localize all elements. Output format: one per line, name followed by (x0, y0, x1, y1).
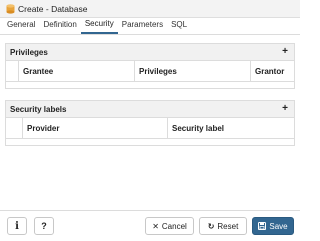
privileges-column-header: Privileges (134, 61, 250, 81)
plus-icon: + (282, 46, 288, 57)
tab-parameters[interactable]: Parameters (118, 17, 167, 34)
privileges-grid-header: Grantee Privileges Grantor (6, 61, 294, 81)
tab-security[interactable]: Security (80, 17, 118, 34)
tab-definition[interactable]: Definition (39, 17, 80, 34)
help-button[interactable]: ? (34, 217, 54, 235)
provider-column-header: Provider (22, 118, 167, 138)
privileges-panel: Privileges + Grantee Privileges Grantor (5, 43, 295, 89)
tab-sql[interactable]: SQL (167, 17, 191, 34)
security-label-column-header: Security label (167, 118, 294, 138)
security-labels-grid-body (6, 138, 294, 145)
privileges-header: Privileges + (6, 44, 294, 61)
tab-general[interactable]: General (3, 17, 39, 34)
dialog-title: Create - Database (18, 3, 88, 14)
security-labels-header: Security labels + (6, 101, 294, 118)
add-security-label-button[interactable]: + (280, 104, 290, 114)
reset-label: Reset (217, 221, 239, 231)
help-label: ? (41, 221, 47, 231)
plus-icon: + (282, 103, 288, 114)
info-icon: i (15, 220, 19, 232)
tab-bar: General Definition Security Parameters S… (0, 18, 300, 35)
privileges-title: Privileges (10, 47, 48, 57)
cancel-button[interactable]: ✕ Cancel (145, 217, 194, 235)
reset-icon: ↻ (207, 221, 215, 231)
database-icon (6, 3, 15, 14)
security-labels-grid-header: Provider Security label (6, 118, 294, 138)
security-labels-title: Security labels (10, 104, 67, 114)
security-labels-row-handle-column (6, 118, 22, 138)
cancel-label: Cancel (161, 221, 187, 231)
security-labels-panel: Security labels + Provider Security labe… (5, 100, 295, 146)
grantor-column-header: Grantor (250, 61, 294, 81)
grantee-column-header: Grantee (18, 61, 134, 81)
save-button[interactable]: Save (252, 217, 294, 235)
privileges-row-handle-column (6, 61, 18, 81)
close-icon: ✕ (152, 221, 159, 231)
save-icon (258, 222, 267, 230)
dialog-footer: i ? ✕ Cancel ↻ Reset Save (0, 210, 300, 241)
info-button[interactable]: i (7, 217, 27, 235)
save-label: Save (269, 221, 288, 231)
add-privilege-button[interactable]: + (280, 47, 290, 57)
reset-button[interactable]: ↻ Reset (199, 217, 247, 235)
dialog-titlebar: Create - Database (0, 0, 300, 18)
privileges-grid-body (6, 81, 294, 88)
